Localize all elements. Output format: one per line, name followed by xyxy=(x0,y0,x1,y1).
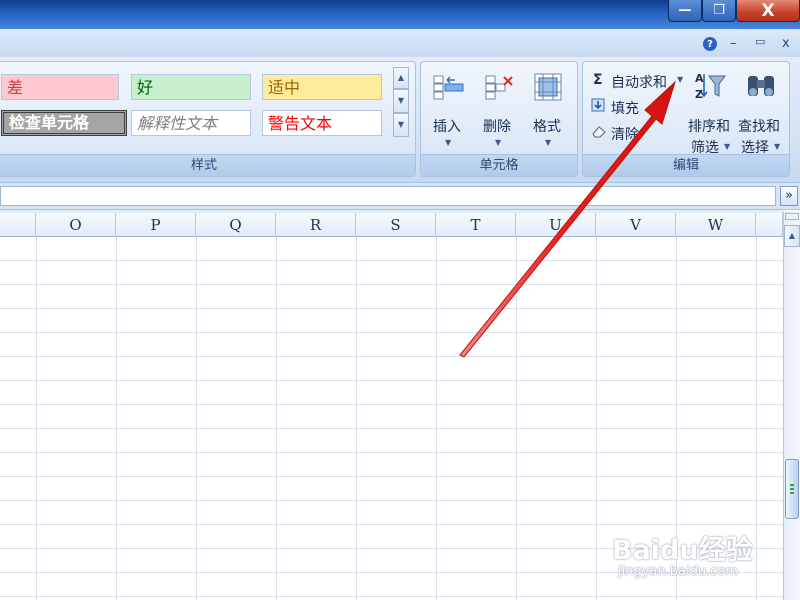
annotation-arrow xyxy=(459,80,677,358)
watermark-brand: Baidu经验 xyxy=(612,535,753,566)
watermark-url: jingyan.baidu.com xyxy=(618,564,738,579)
